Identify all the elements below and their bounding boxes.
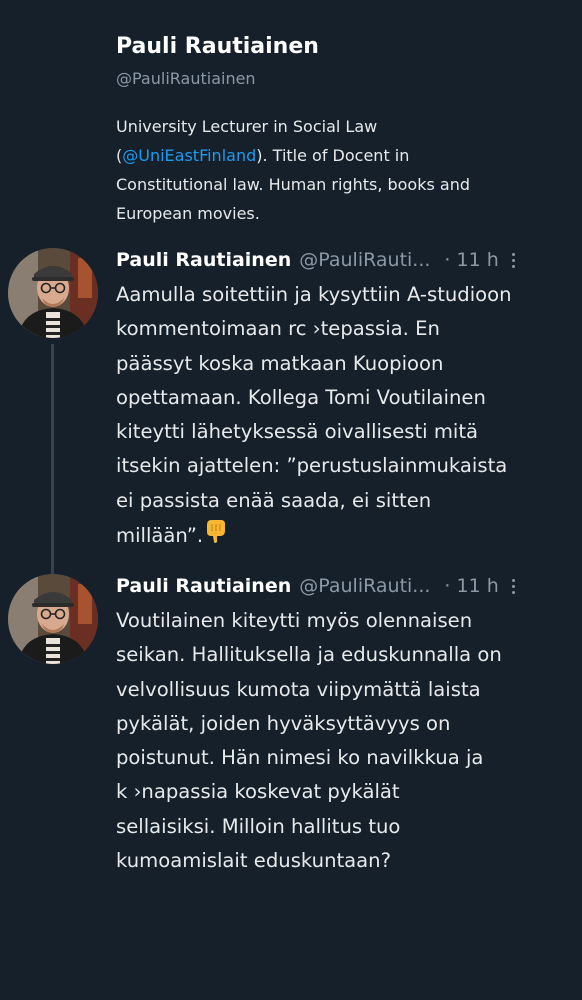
avatar[interactable] xyxy=(8,574,98,664)
bio-line-4: European movies. xyxy=(116,204,260,223)
avatar-image xyxy=(8,248,98,338)
tweet-line: ei passista enää saada, ei sitten xyxy=(116,488,432,512)
author-name[interactable]: Pauli Rautiainen xyxy=(116,575,291,597)
tweet-text: Aamulla soitettiin ja kysyttiin A-studio… xyxy=(116,278,566,555)
more-options-icon[interactable] xyxy=(511,578,517,594)
bio-line-3: Constitutional law. Human rights, books … xyxy=(116,175,471,194)
thread-line xyxy=(51,344,54,590)
bio-line-1: University Lecturer in Social Law xyxy=(116,117,378,136)
profile-header: Pauli Rautiainen @PauliRautiainen Univer… xyxy=(116,30,556,228)
author-handle[interactable]: @PauliRauti... xyxy=(299,575,430,597)
tweet-header: Pauli Rautiainen @PauliRauti... · 11 h xyxy=(116,244,576,276)
tweet-line: poistunut. Hän nimesi ko navilkkua ja xyxy=(116,746,484,770)
tweet-line-last: millään”. xyxy=(116,518,566,555)
author-name[interactable]: Pauli Rautiainen xyxy=(116,249,291,271)
author-handle[interactable]: @PauliRauti... xyxy=(299,249,430,271)
avatar-image xyxy=(8,574,98,664)
tweet-line: millään”. xyxy=(116,524,204,548)
tweet-line: päässyt koska matkaan Kuopioon xyxy=(116,351,444,375)
tweet-line: seikan. Hallituksella ja eduskunnalla on xyxy=(116,643,502,667)
tweet-line: velvollisuus kumota viipymättä laista xyxy=(116,677,481,701)
tweet-line: Voutilainen kiteytti myös olennaisen xyxy=(116,609,473,632)
tweet-line: sellaisiksi. Milloin hallitus tuo xyxy=(116,814,401,838)
tweet-line: kumoamislait eduskuntaan? xyxy=(116,849,392,873)
profile-name[interactable]: Pauli Rautiainen xyxy=(116,30,556,64)
tweet-line: Aamulla soitettiin ja kysyttiin A-studio… xyxy=(116,283,512,306)
bio-mention-link[interactable]: @UniEastFinland xyxy=(122,146,256,165)
tweet-line: pykälät, joiden hyväksyttävyys on xyxy=(116,711,451,735)
tweet-time[interactable]: · 11 h xyxy=(444,575,498,597)
tweet-line: k ›napassia koskevat pykälät xyxy=(116,780,400,804)
profile-handle[interactable]: @PauliRautiainen xyxy=(116,68,556,90)
tweet-text: Voutilainen kiteytti myös olennaisen sei… xyxy=(116,604,566,878)
avatar[interactable] xyxy=(8,248,98,338)
tweet-line: itsekin ajattelen: ”perustuslainmukaista xyxy=(116,454,508,478)
pointing-down-hand-icon xyxy=(205,518,227,555)
tweet-time[interactable]: · 11 h xyxy=(444,249,498,271)
tweet-line: kommentoimaan rc ›tepassia. En xyxy=(116,317,440,341)
tweet-line: opettamaan. Kollega Tomi Voutilainen xyxy=(116,385,486,409)
profile-bio: University Lecturer in Social Law (@UniE… xyxy=(116,112,556,228)
tweet-header: Pauli Rautiainen @PauliRauti... · 11 h xyxy=(116,570,576,602)
bio-line-2: ). Title of Docent in xyxy=(256,146,410,165)
more-options-icon[interactable] xyxy=(511,252,517,268)
tweet-line: kiteytti lähetyksessä oivallisesti mitä xyxy=(116,420,479,444)
